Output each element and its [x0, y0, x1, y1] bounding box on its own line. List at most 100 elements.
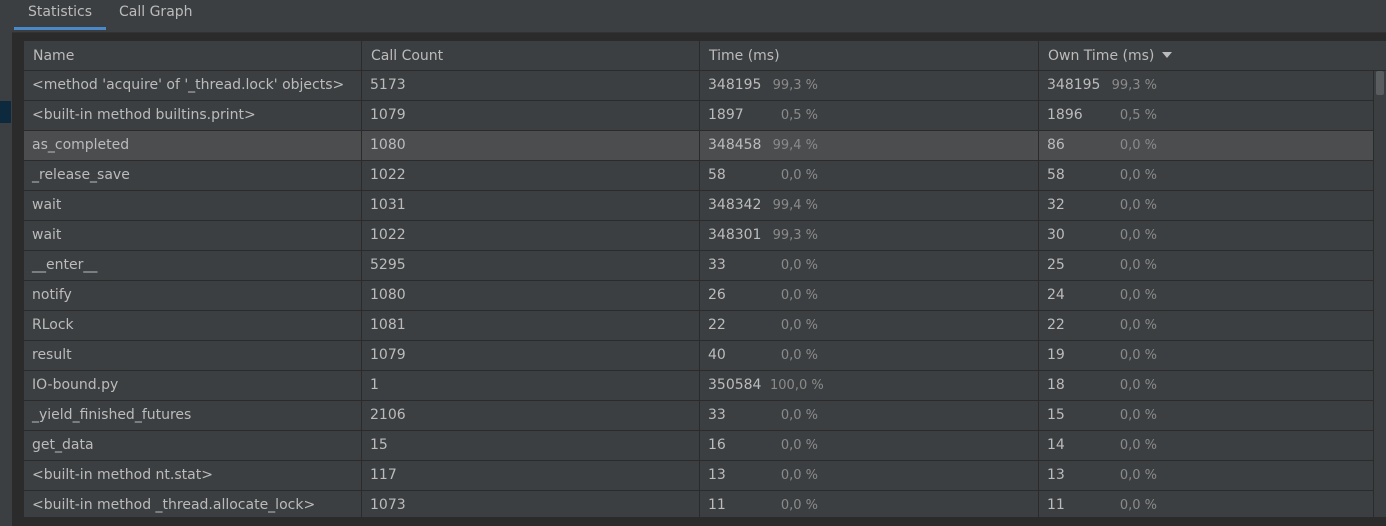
cell-time-percent: 0,0 % [780, 318, 818, 333]
cell-time: 350584 100,0 % [700, 371, 1039, 400]
cell-time: 1897 0,5 % [700, 101, 1039, 130]
table-row[interactable]: <built-in method builtins.print> 1079 1897… [24, 101, 1374, 131]
cell-own-time: 348195 99,3 % [1039, 71, 1374, 100]
cell-own-time-percent: 0,0 % [1119, 438, 1157, 453]
table-row[interactable]: wait 1022 348301 99,3 % 30 0,0 % [24, 221, 1374, 251]
cell-name: __enter__ [24, 251, 362, 280]
cell-time-value: 348301 [708, 227, 762, 243]
cell-call-count: 1022 [362, 161, 700, 190]
cell-own-time-value: 19 [1047, 347, 1065, 363]
table-row[interactable]: wait 1031 348342 99,4 % 32 0,0 % [24, 191, 1374, 221]
cell-time-value: 33 [708, 257, 726, 273]
cell-own-time-value: 1896 [1047, 107, 1083, 123]
statistics-table: Name Call Count Time (ms) Own Time (ms) … [24, 41, 1386, 517]
cell-time: 40 0,0 % [700, 341, 1039, 370]
cell-time: 11 0,0 % [700, 491, 1039, 517]
cell-own-time-percent: 0,0 % [1119, 198, 1157, 213]
cell-own-time-percent: 0,0 % [1119, 318, 1157, 333]
cell-time-value: 348342 [708, 197, 762, 213]
cell-own-time-value: 13 [1047, 467, 1065, 483]
left-gutter [0, 33, 12, 526]
cell-time-value: 11 [708, 497, 726, 513]
table-row[interactable]: get_data 15 16 0,0 % 14 0,0 % [24, 431, 1374, 461]
cell-time-percent: 0,0 % [780, 498, 818, 513]
cell-own-time-percent: 99,3 % [1111, 78, 1157, 93]
scrollbar-thumb[interactable] [1376, 71, 1384, 95]
cell-own-time: 58 0,0 % [1039, 161, 1374, 190]
table-row[interactable]: as_completed 1080 348458 99,4 % 86 0,0 % [24, 131, 1374, 161]
cell-own-time-value: 86 [1047, 137, 1065, 153]
gutter-selection-marker [0, 101, 11, 123]
table-row[interactable]: result 1079 40 0,0 % 19 0,0 % [24, 341, 1374, 371]
cell-call-count: 1079 [362, 341, 700, 370]
cell-time-value: 1897 [708, 107, 744, 123]
cell-time-percent: 0,0 % [780, 168, 818, 183]
tab-statistics[interactable]: Statistics [14, 0, 106, 30]
cell-name: _yield_finished_futures [24, 401, 362, 430]
table-row[interactable]: __enter__ 5295 33 0,0 % 25 0,0 % [24, 251, 1374, 281]
cell-name: as_completed [24, 131, 362, 160]
cell-time: 33 0,0 % [700, 401, 1039, 430]
column-header-own-time[interactable]: Own Time (ms) [1039, 41, 1386, 71]
cell-time: 348458 99,4 % [700, 131, 1039, 160]
table-row[interactable]: RLock 1081 22 0,0 % 22 0,0 % [24, 311, 1374, 341]
cell-time-percent: 0,5 % [780, 108, 818, 123]
sort-descending-icon[interactable] [1162, 52, 1173, 58]
table-row[interactable]: <method 'acquire' of '_thread.lock' obje… [24, 71, 1374, 101]
column-header-name[interactable]: Name [24, 41, 362, 71]
cell-own-time: 19 0,0 % [1039, 341, 1374, 370]
cell-own-time: 13 0,0 % [1039, 461, 1374, 490]
vertical-scrollbar[interactable] [1373, 71, 1386, 517]
cell-own-time-percent: 0,0 % [1119, 288, 1157, 303]
cell-own-time-value: 15 [1047, 407, 1065, 423]
cell-time-value: 40 [708, 347, 726, 363]
cell-name: <built-in method _thread.allocate_lock> [24, 491, 362, 517]
cell-time-value: 58 [708, 167, 726, 183]
cell-name: notify [24, 281, 362, 310]
cell-own-time: 14 0,0 % [1039, 431, 1374, 460]
cell-name: get_data [24, 431, 362, 460]
cell-own-time-percent: 0,0 % [1119, 378, 1157, 393]
table-header: Name Call Count Time (ms) Own Time (ms) [24, 41, 1386, 71]
cell-call-count: 1031 [362, 191, 700, 220]
cell-own-time-percent: 0,0 % [1119, 468, 1157, 483]
cell-time-value: 16 [708, 437, 726, 453]
column-header-call-count[interactable]: Call Count [362, 41, 700, 71]
cell-time: 58 0,0 % [700, 161, 1039, 190]
cell-call-count: 1073 [362, 491, 700, 517]
cell-own-time-percent: 0,0 % [1119, 498, 1157, 513]
cell-name: result [24, 341, 362, 370]
cell-call-count: 1 [362, 371, 700, 400]
cell-time-percent: 0,0 % [780, 438, 818, 453]
tab-call-graph[interactable]: Call Graph [105, 0, 207, 30]
cell-time-percent: 0,0 % [780, 348, 818, 363]
cell-time: 348301 99,3 % [700, 221, 1039, 250]
cell-name: wait [24, 191, 362, 220]
cell-own-time-value: 18 [1047, 377, 1065, 393]
cell-time-value: 348458 [708, 137, 762, 153]
cell-name: _release_save [24, 161, 362, 190]
cell-own-time-value: 32 [1047, 197, 1065, 213]
cell-own-time-value: 348195 [1047, 77, 1101, 93]
cell-time-percent: 0,0 % [780, 258, 818, 273]
cell-own-time: 11 0,0 % [1039, 491, 1374, 517]
cell-time-percent: 99,3 % [772, 228, 818, 243]
table-row[interactable]: notify 1080 26 0,0 % 24 0,0 % [24, 281, 1374, 311]
cell-own-time-percent: 0,0 % [1119, 168, 1157, 183]
column-header-time[interactable]: Time (ms) [700, 41, 1039, 71]
statistics-panel: Name Call Count Time (ms) Own Time (ms) … [12, 33, 1386, 526]
table-row[interactable]: _release_save 1022 58 0,0 % 58 0,0 % [24, 161, 1374, 191]
cell-call-count: 1079 [362, 101, 700, 130]
cell-own-time: 86 0,0 % [1039, 131, 1374, 160]
cell-own-time: 18 0,0 % [1039, 371, 1374, 400]
table-body: <method 'acquire' of '_thread.lock' obje… [24, 71, 1374, 517]
cell-own-time-percent: 0,0 % [1119, 228, 1157, 243]
table-row[interactable]: IO-bound.py 1 350584 100,0 % 18 0,0 % [24, 371, 1374, 401]
cell-time-value: 13 [708, 467, 726, 483]
table-row[interactable]: <built-in method nt.stat> 117 13 0,0 % 13 0,0… [24, 461, 1374, 491]
table-row[interactable]: _yield_finished_futures 2106 33 0,0 % 15 0,0 … [24, 401, 1374, 431]
table-row[interactable]: <built-in method _thread.allocate_lock> 1… [24, 491, 1374, 517]
cell-name: RLock [24, 311, 362, 340]
cell-call-count: 15 [362, 431, 700, 460]
cell-time: 26 0,0 % [700, 281, 1039, 310]
